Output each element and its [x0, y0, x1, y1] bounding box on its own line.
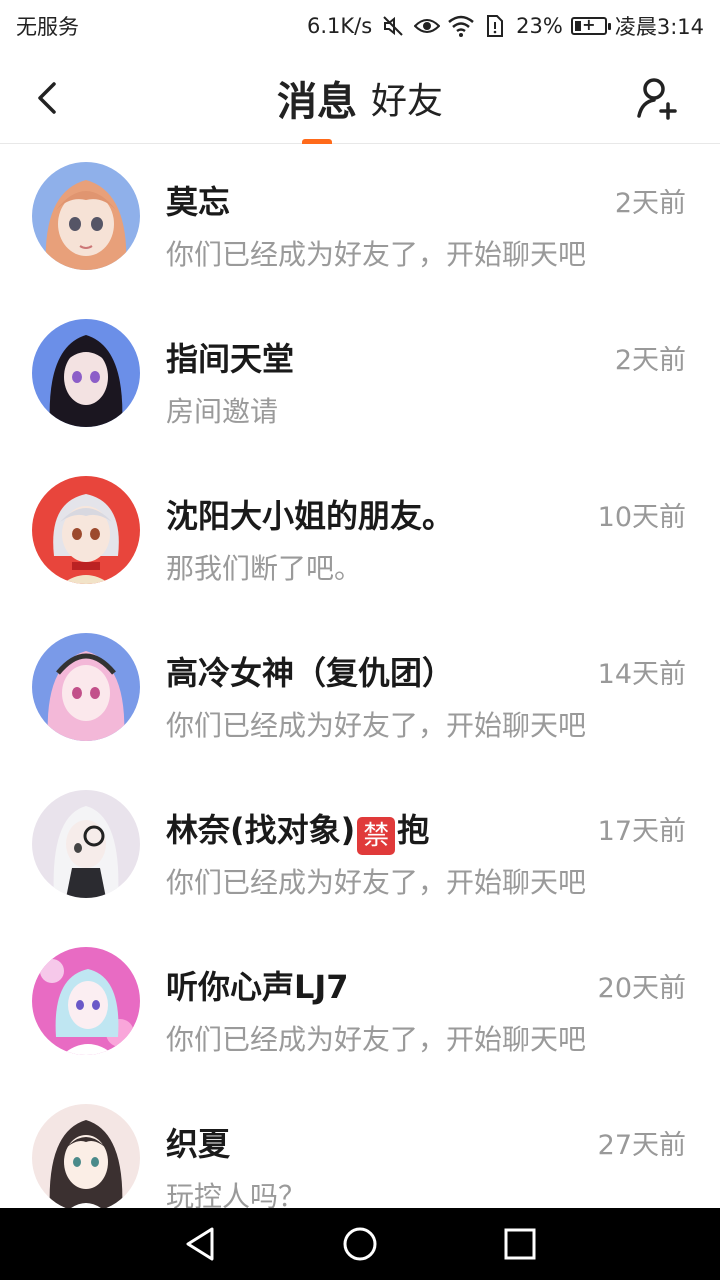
avatar — [32, 476, 140, 584]
add-friend-button[interactable] — [634, 74, 682, 122]
contact-name: 高冷女神（复仇团） — [166, 654, 455, 692]
status-icons: 6.1K/s 23% + 凌晨3:14 — [307, 11, 704, 41]
add-user-icon — [637, 78, 677, 120]
battery-icon: + — [570, 15, 611, 35]
status-bar: 无服务 6.1K/s 23% + 凌晨3:14 — [0, 0, 720, 52]
conversation-item[interactable]: 听你心声LJ7 20天前 你们已经成为好友了，开始聊天吧 — [0, 930, 720, 1087]
avatar — [32, 1104, 140, 1208]
avatar — [32, 633, 140, 741]
message-preview: 你们已经成为好友了，开始聊天吧 — [166, 1023, 587, 1056]
message-time: 27天前 — [597, 1130, 686, 1161]
clock: 凌晨3:14 — [614, 15, 704, 39]
home-circle-icon — [343, 1227, 377, 1261]
recents-square-icon — [504, 1228, 536, 1260]
avatar — [32, 947, 140, 1055]
tab-friends[interactable]: 好友 — [371, 52, 443, 144]
tab-bar: 消息 好友 — [0, 52, 720, 144]
contact-name-text: 林奈(找对象) — [166, 811, 356, 849]
tab-messages-label: 消息 — [276, 79, 357, 125]
contact-name: 听你心声LJ7 — [166, 968, 349, 1006]
nav-back-button[interactable] — [170, 1214, 230, 1274]
battery-percent: 23% — [516, 14, 563, 38]
conversation-item[interactable]: 高冷女神（复仇团） 14天前 你们已经成为好友了，开始聊天吧 — [0, 616, 720, 773]
ban-badge: 禁 — [357, 817, 396, 855]
header: 消息 好友 — [0, 52, 720, 144]
contact-name-suffix: 抱 — [397, 811, 430, 849]
message-preview: 那我们断了吧。 — [166, 552, 363, 585]
avatar — [32, 319, 140, 427]
network-speed: 6.1K/s — [306, 14, 373, 38]
message-preview: 房间邀请 — [166, 395, 279, 428]
nav-home-button[interactable] — [330, 1214, 390, 1274]
contact-name: 织夏 — [166, 1125, 231, 1163]
message-preview: 你们已经成为好友了，开始聊天吧 — [166, 238, 587, 271]
system-nav-bar — [0, 1208, 720, 1280]
tab-indicator — [301, 139, 332, 144]
conversation-item[interactable]: 莫忘 2天前 你们已经成为好友了，开始聊天吧 — [0, 145, 720, 302]
conversation-item[interactable]: 林奈(找对象) 禁抱 17天前 你们已经成为好友了，开始聊天吧 — [0, 773, 720, 930]
message-time: 17天前 — [597, 816, 686, 847]
message-time: 20天前 — [597, 973, 686, 1004]
mute-icon — [380, 13, 406, 39]
message-preview: 你们已经成为好友了，开始聊天吧 — [166, 709, 587, 742]
message-time: 14天前 — [597, 659, 686, 690]
conversation-list: 莫忘 2天前 你们已经成为好友了，开始聊天吧 指间天堂 2天前 房间邀请 沈阳大… — [0, 145, 720, 1208]
back-triangle-icon — [186, 1227, 214, 1261]
conversation-item[interactable]: 沈阳大小姐的朋友。 10天前 那我们断了吧。 — [0, 459, 720, 616]
tab-friends-label: 好友 — [370, 81, 443, 122]
eye-icon — [414, 13, 441, 39]
conversation-item[interactable]: 织夏 27天前 玩控人吗？ — [0, 1087, 720, 1208]
message-time: 10天前 — [597, 502, 686, 533]
message-time: 2天前 — [614, 188, 686, 219]
message-time: 2天前 — [614, 345, 686, 376]
carrier-text: 无服务 — [16, 15, 79, 39]
avatar — [32, 162, 140, 270]
avatar — [32, 790, 140, 898]
wifi-icon — [448, 13, 474, 39]
tab-messages[interactable]: 消息 — [277, 52, 357, 144]
contact-name: 莫忘 — [166, 183, 231, 221]
message-preview: 你们已经成为好友了，开始聊天吧 — [166, 866, 587, 899]
conversation-item[interactable]: 指间天堂 2天前 房间邀请 — [0, 302, 720, 459]
sim-icon — [482, 13, 508, 39]
contact-name: 指间天堂 — [166, 340, 295, 378]
nav-recents-button[interactable] — [490, 1214, 550, 1274]
contact-name: 林奈(找对象) 禁抱 — [166, 805, 429, 855]
contact-name: 沈阳大小姐的朋友。 — [166, 497, 455, 535]
message-preview: 玩控人吗？ — [166, 1180, 307, 1208]
